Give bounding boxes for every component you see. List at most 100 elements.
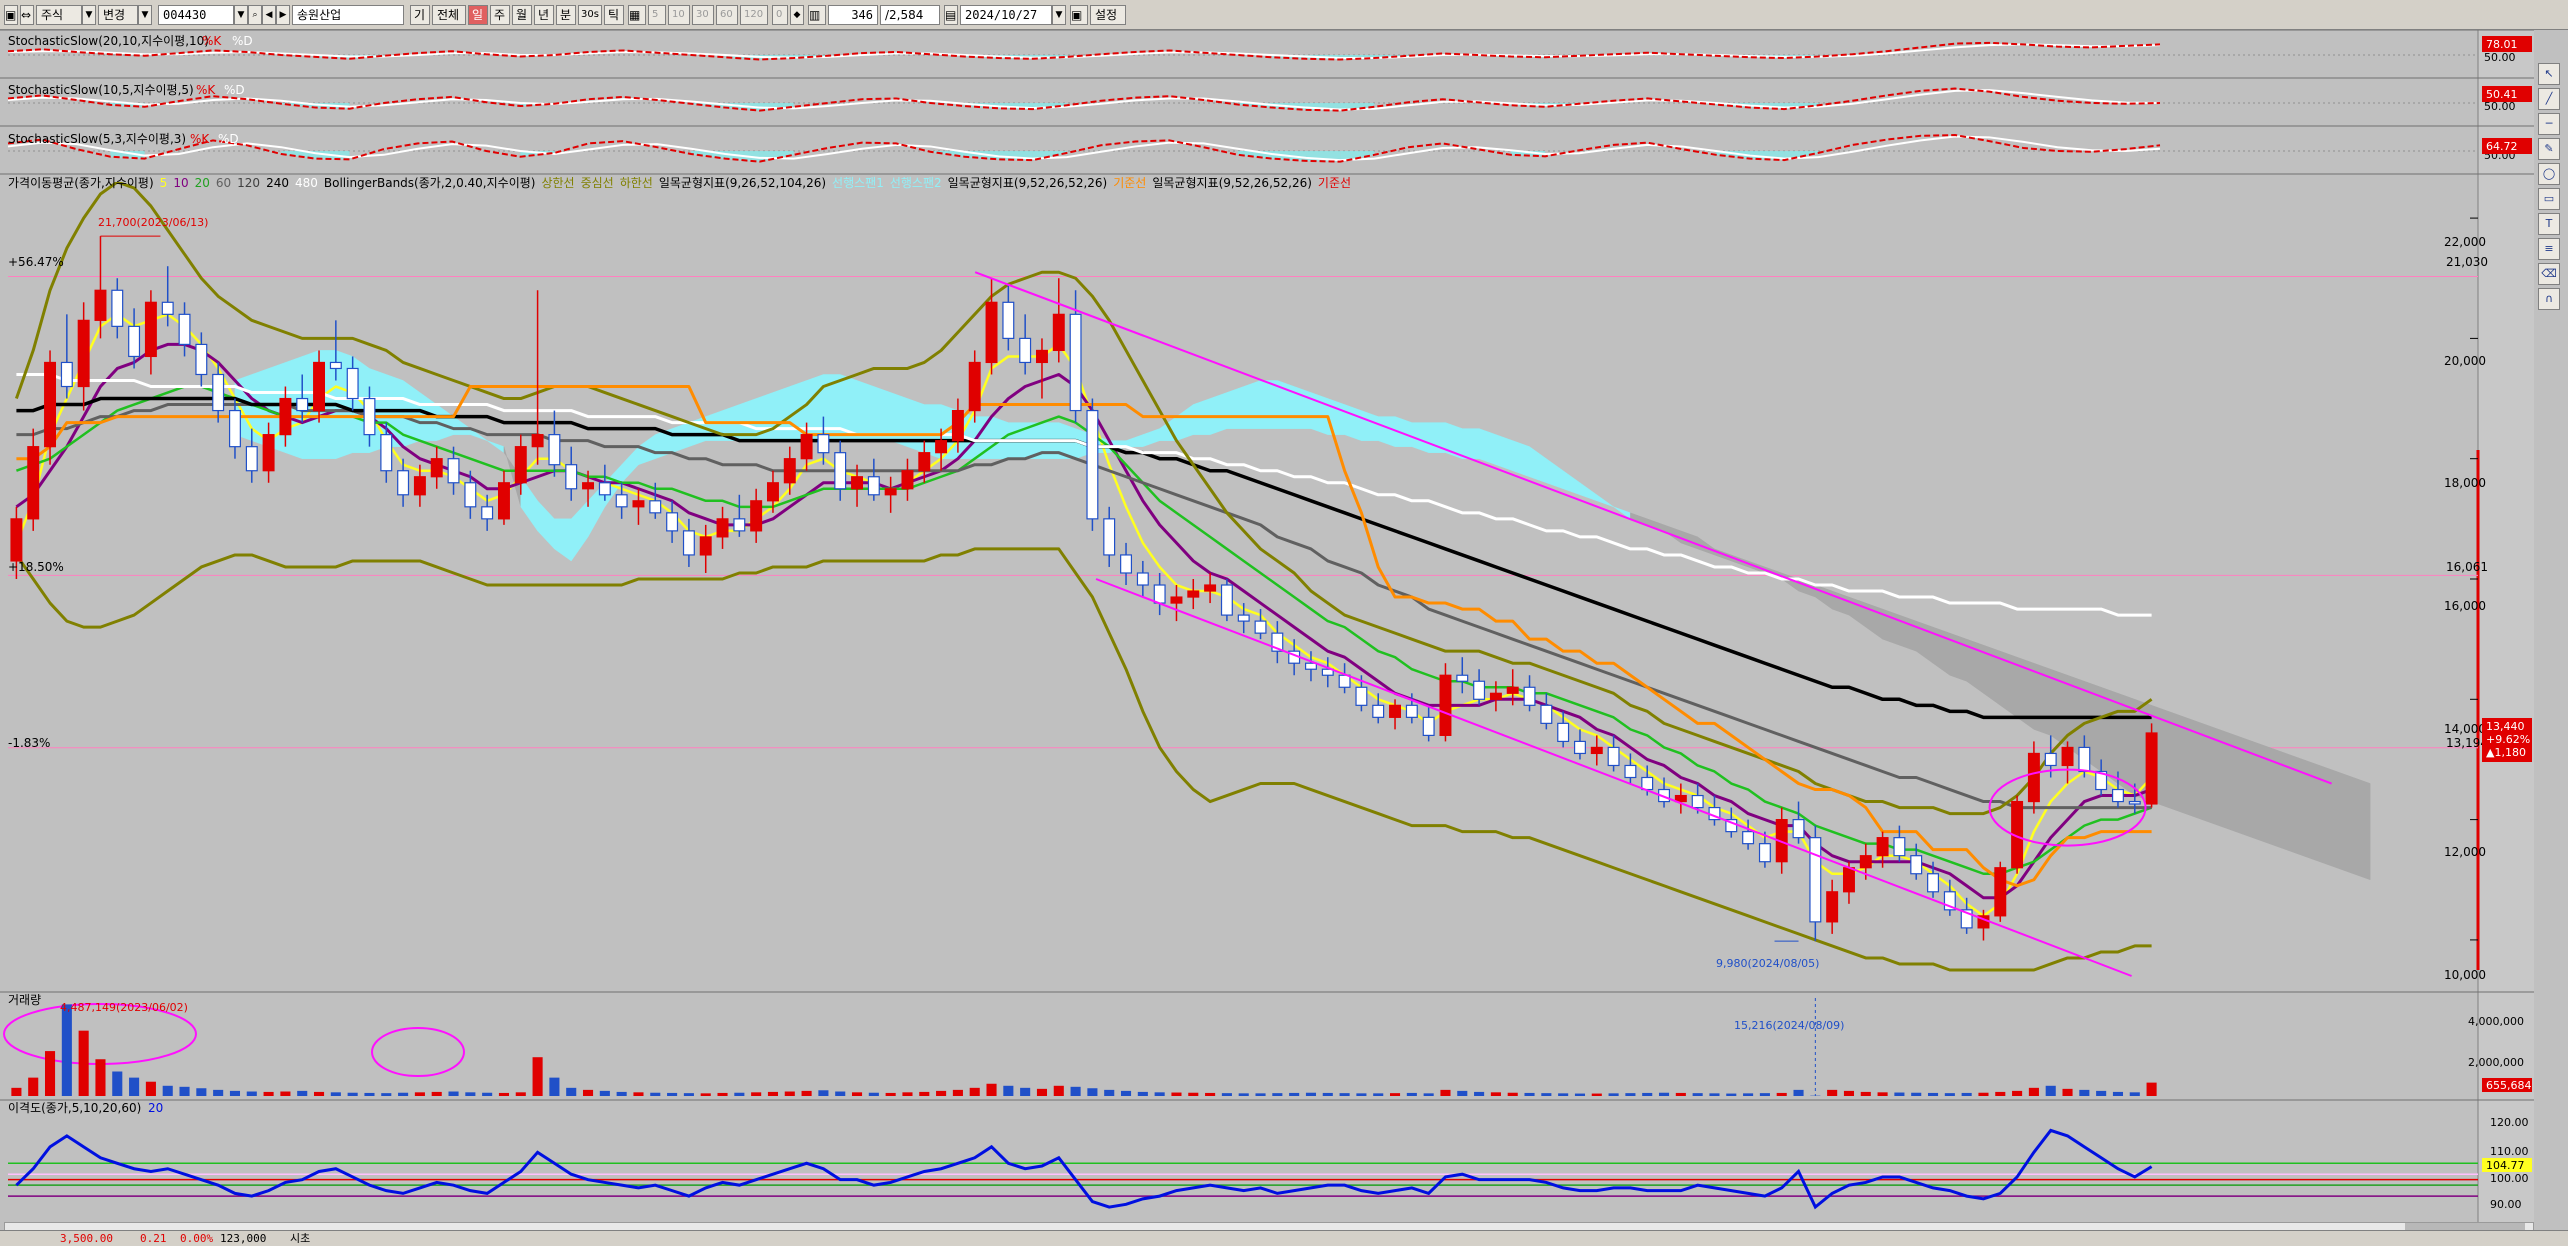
cloud-segment bbox=[873, 386, 891, 441]
price-legend-item: BollingerBands(종가,2,0.40,지수이평) bbox=[324, 176, 536, 190]
period-month-button[interactable]: 월 bbox=[512, 5, 532, 25]
minute-option-120[interactable]: 120 bbox=[740, 5, 768, 25]
fibonacci-icon[interactable]: ≡ bbox=[2538, 238, 2560, 260]
volume-bar bbox=[1339, 1093, 1350, 1096]
volume-bar bbox=[61, 1004, 72, 1096]
period-week-button[interactable]: 주 bbox=[490, 5, 510, 25]
cursor-icon[interactable]: ↖ bbox=[2538, 63, 2560, 85]
magnet-icon[interactable]: ∩ bbox=[2538, 288, 2560, 310]
pencil-icon[interactable]: ✎ bbox=[2538, 138, 2560, 160]
candle-body bbox=[481, 506, 494, 520]
hline-icon[interactable]: ─ bbox=[2538, 113, 2560, 135]
count-input[interactable]: 346 bbox=[828, 5, 878, 25]
candle-body bbox=[565, 464, 578, 490]
stock-chart[interactable]: StochasticSlow(20,10,지수이평,10) Stochastic… bbox=[0, 30, 2534, 1222]
volume-ytick-2m: 2,000,000 bbox=[2468, 1056, 2524, 1069]
candle-body bbox=[733, 518, 746, 532]
code-next-icon[interactable]: ▶ bbox=[276, 5, 290, 25]
volume-bar bbox=[11, 1087, 22, 1096]
settings-button[interactable]: 설정 bbox=[1090, 5, 1126, 25]
change-dropdown-icon[interactable]: ▼ bbox=[138, 5, 152, 25]
cloud-segment bbox=[2353, 777, 2371, 881]
candle-body bbox=[1590, 746, 1603, 755]
zero-button[interactable]: 0 bbox=[772, 5, 788, 25]
volume-bar bbox=[482, 1092, 493, 1096]
ellipse-icon[interactable]: ◯ bbox=[2538, 163, 2560, 185]
period-day-button[interactable]: 일 bbox=[468, 5, 488, 25]
candle-body bbox=[346, 367, 359, 400]
zero-stepper-icon[interactable]: ◆ bbox=[790, 5, 804, 25]
volume-bar bbox=[1188, 1092, 1199, 1096]
code-input[interactable]: 004430 bbox=[158, 5, 234, 25]
volume-bar bbox=[717, 1092, 728, 1096]
market-type-select[interactable]: 주식 bbox=[36, 5, 82, 25]
volume-bar bbox=[347, 1092, 358, 1096]
candle-body bbox=[1372, 704, 1385, 718]
calendar-icon[interactable]: ▤ bbox=[944, 5, 958, 25]
volume-bar bbox=[1036, 1088, 1048, 1096]
candle-body bbox=[380, 434, 393, 472]
volume-bar bbox=[112, 1071, 123, 1096]
volume-bar bbox=[952, 1089, 963, 1096]
period-all-button[interactable]: 전체 bbox=[432, 5, 466, 25]
volume-bar bbox=[2129, 1092, 2140, 1096]
period-year-button[interactable]: 년 bbox=[534, 5, 554, 25]
price-legend-item: 60 bbox=[216, 176, 231, 190]
link-icon[interactable]: ⇔ bbox=[20, 5, 34, 25]
text-tool-icon[interactable]: T bbox=[2538, 213, 2560, 235]
volume-bar bbox=[1003, 1085, 1014, 1096]
candle-body bbox=[1573, 740, 1586, 755]
trendline-icon[interactable]: ╱ bbox=[2538, 88, 2560, 110]
candle-body bbox=[1473, 680, 1486, 700]
minute-option-10[interactable]: 10 bbox=[668, 5, 690, 25]
candle-body bbox=[951, 409, 964, 442]
grid-icon[interactable]: ▦ bbox=[628, 5, 646, 25]
volume-bar bbox=[129, 1077, 140, 1096]
drawing-tools: ↖ ╱ ─ ✎ ◯ ▭ T ≡ ⌫ ∩ bbox=[2534, 60, 2564, 313]
volume-bar bbox=[1776, 1092, 1787, 1096]
fixed-icon[interactable]: ▥ bbox=[808, 5, 826, 25]
chart-icon[interactable]: ▣ bbox=[4, 5, 18, 25]
date-input[interactable]: 2024/10/27 bbox=[960, 5, 1052, 25]
candle-body bbox=[2111, 788, 2124, 803]
date-dropdown-icon[interactable]: ▼ bbox=[1052, 5, 1066, 25]
cloud-segment bbox=[2302, 759, 2320, 863]
highlight-ellipse-volume-2 bbox=[371, 1027, 465, 1077]
volume-bar bbox=[851, 1092, 863, 1096]
status-mid: 0.21 bbox=[140, 1232, 167, 1245]
volume-bar bbox=[1423, 1093, 1434, 1096]
candle-body bbox=[750, 500, 763, 532]
minute-option-60[interactable]: 60 bbox=[716, 5, 738, 25]
candle-body bbox=[430, 458, 443, 478]
candle-body bbox=[329, 361, 342, 370]
market-type-dropdown-icon[interactable]: ▼ bbox=[82, 5, 96, 25]
volume-bar bbox=[448, 1091, 459, 1096]
last-change-value: ▲1,180 bbox=[2486, 746, 2526, 759]
period-tick-button[interactable]: 틱 bbox=[604, 5, 624, 25]
code-prev-icon[interactable]: ◀ bbox=[262, 5, 276, 25]
candle-body bbox=[598, 482, 611, 496]
period-gi-button[interactable]: 기 bbox=[410, 5, 430, 25]
disparity-title: 이격도(종가,5,10,20,60) bbox=[8, 1101, 141, 1115]
minute-option-30[interactable]: 30 bbox=[692, 5, 714, 25]
period-min-button[interactable]: 분 bbox=[556, 5, 576, 25]
save-icon[interactable]: ▣ bbox=[1070, 5, 1088, 25]
last-change-pct: +9.62% bbox=[2486, 733, 2530, 746]
code-search-icon[interactable]: ⌕ bbox=[248, 5, 262, 25]
minute-option-5[interactable]: 5 bbox=[648, 5, 666, 25]
change-button[interactable]: 변경 bbox=[98, 5, 138, 25]
candle-body bbox=[60, 361, 73, 388]
candle-body bbox=[1624, 764, 1637, 779]
eraser-icon[interactable]: ⌫ bbox=[2538, 263, 2560, 285]
period-30s-button[interactable]: 30s bbox=[578, 5, 602, 25]
volume-bar bbox=[1709, 1093, 1720, 1096]
volume-bar bbox=[1675, 1092, 1686, 1096]
volume-bar bbox=[1507, 1092, 1518, 1096]
rectangle-icon[interactable]: ▭ bbox=[2538, 188, 2560, 210]
candle-body bbox=[228, 409, 241, 448]
volume-bar bbox=[1541, 1093, 1552, 1096]
disparity-param: 20 bbox=[148, 1101, 163, 1115]
volume-bar bbox=[1020, 1087, 1031, 1096]
code-dropdown-icon[interactable]: ▼ bbox=[234, 5, 248, 25]
volume-bar bbox=[1137, 1091, 1148, 1096]
